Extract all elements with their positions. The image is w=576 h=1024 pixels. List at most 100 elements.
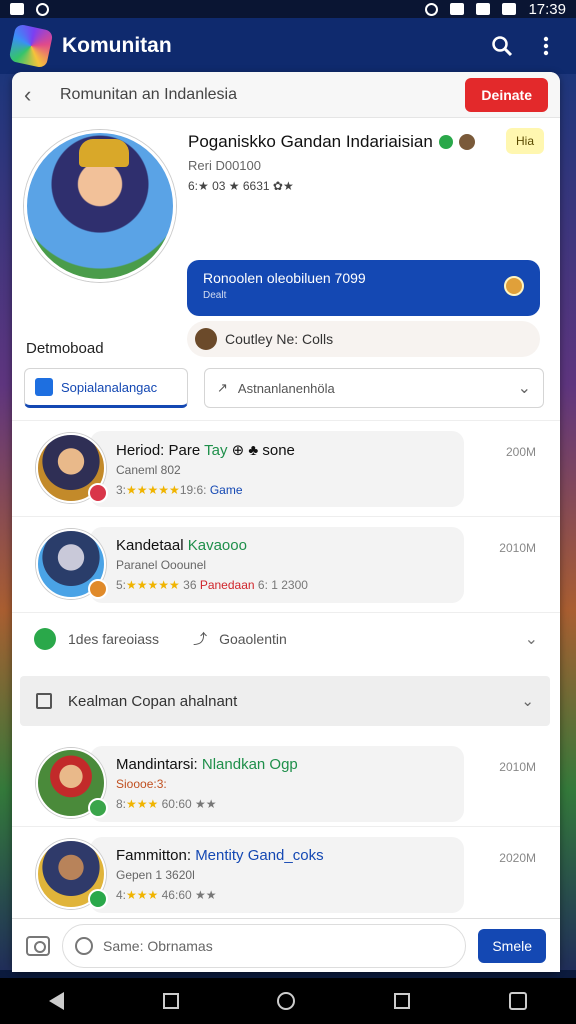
small-avatar-icon <box>458 134 475 150</box>
item-text: Fammitton: Mentity Gand_coks Gepen 1 362… <box>116 847 456 902</box>
courtesy-avatar <box>195 328 217 350</box>
item-title-main: Heriod: Pare <box>116 442 205 459</box>
coin-icon <box>504 276 524 296</box>
list-item[interactable]: Fammitton: Mentity Gand_coks Gepen 1 362… <box>12 826 560 922</box>
item-title: Heriod: Pare Tay ⊕ ♣ sone <box>116 441 456 459</box>
dropdown-value: Astnanlanenhöla <box>237 380 335 396</box>
item-title-main: Mandintarsi: <box>116 756 202 773</box>
item-subtitle: Gepen 1 3620l <box>116 868 195 882</box>
item-meta-mid: 60:60 ★★ <box>158 797 217 811</box>
status-bar: 17:39 <box>0 0 576 18</box>
profile-badge[interactable]: Hia <box>505 128 544 154</box>
more-vert-icon <box>543 36 549 56</box>
list-item[interactable]: Mandintarsi: Nlandkan Ogp Sioooe:3: 8:★★… <box>12 736 560 832</box>
avatar-hat-graphic <box>79 139 129 167</box>
item-avatar[interactable] <box>36 748 108 818</box>
item-subtitle: Caneml 802 <box>116 463 181 477</box>
group-header[interactable]: Kealman Copan ahalnant ⌄ <box>20 676 550 726</box>
nav-bag-icon[interactable] <box>508 992 527 1010</box>
item-time: 200M <box>505 445 536 459</box>
item-title-accent: Nlandkan Ogp <box>201 756 298 773</box>
item-avatar[interactable] <box>36 839 108 909</box>
item-time: 2010M <box>499 760 536 774</box>
message-input[interactable]: Same: Obrnamas <box>62 923 467 968</box>
nav-overview-icon[interactable] <box>162 993 179 1009</box>
app-bar: Komunitan <box>0 18 576 74</box>
list-footer-row[interactable]: 1des fareoiass ⤴ Goaolentin ⌄ <box>12 612 560 664</box>
item-title-accent: Kavaooo <box>187 537 247 554</box>
item-meta-mid: 46:60 ★★ <box>158 888 217 902</box>
system-nav-bar <box>0 978 576 1024</box>
courtesy-row[interactable]: Coutley Ne: Colls <box>187 321 540 357</box>
list-item[interactable]: Heriod: Pare Tay ⊕ ♣ sone Caneml 802 3:★… <box>12 420 560 516</box>
item-avatar[interactable] <box>36 529 108 599</box>
item-meta-prefix: 5: <box>116 578 127 592</box>
chevron-down-icon: ⌄ <box>517 380 531 397</box>
group-square-icon <box>36 693 52 709</box>
nav-back-icon[interactable] <box>49 992 65 1010</box>
item-title-main: Fammitton: <box>116 847 196 864</box>
banner-line1: Ronoolen oleobiluen 7099 <box>203 270 366 286</box>
item-time: 2010M <box>499 541 536 555</box>
item-subtitle: Sioooe:3: <box>116 777 167 791</box>
app-logo-icon <box>8 23 54 69</box>
emoji-icon[interactable] <box>75 936 93 955</box>
chevron-down-icon: ⌄ <box>524 630 538 648</box>
game-badge-icon <box>88 889 108 909</box>
card-header-title: Romunitan an Indanlesia <box>60 85 238 103</box>
footer-left-label: 1des fareoiass <box>68 630 160 647</box>
sync-notification-icon <box>36 2 49 16</box>
chevron-down-icon: ⌄ <box>521 693 534 710</box>
profile-avatar[interactable] <box>24 130 176 282</box>
item-title-main: Kandetaal <box>116 537 188 554</box>
send-button[interactable]: Smele <box>478 928 546 963</box>
search-button[interactable] <box>484 28 520 64</box>
tab-active-label: Sopialanalangac <box>61 379 158 395</box>
courtesy-text: Coutley Ne: Colls <box>225 331 334 347</box>
profile-highlight-banner[interactable]: Ronoolen oleobiluen 7099 Dealt <box>187 260 540 316</box>
item-meta-prefix: 4: <box>116 888 127 902</box>
online-status-icon <box>438 135 453 149</box>
item-meta-mid: 19:6: <box>179 483 210 497</box>
nav-home-icon[interactable] <box>277 992 296 1010</box>
battery-icon <box>502 3 517 15</box>
donate-button[interactable]: Deinate <box>465 77 548 112</box>
profile-section: Poganiskko Gandan Indariaisian Hia Reri … <box>12 118 560 357</box>
item-title: Fammitton: Mentity Gand_coks <box>116 847 456 864</box>
item-meta: 3:★★★★★19:6: Game <box>116 483 456 497</box>
tab-active[interactable]: Sopialanalangac <box>24 368 188 408</box>
item-stars: ★★★ <box>126 797 159 811</box>
green-check-icon <box>34 627 56 650</box>
shield-status-icon <box>425 2 439 16</box>
item-title-accent: Mentity Gand_coks <box>195 847 324 864</box>
nav-recents-icon[interactable] <box>394 993 411 1009</box>
profile-id: Reri D00100 <box>188 158 261 173</box>
heart-badge-icon <box>88 483 108 503</box>
section-title: Detmoboad <box>26 340 104 357</box>
status-time: 17:39 <box>528 0 566 18</box>
item-meta: 5:★★★★★ 36 Panedaan 6: 1 2300 <box>116 578 456 592</box>
profile-stats: 6:★ 03 ★ 6631 ✿★ <box>188 179 294 193</box>
filter-dropdown[interactable]: ↗ Astnanlanenhöla ⌄ <box>204 368 544 408</box>
item-avatar[interactable] <box>36 433 108 503</box>
link-icon: ⤴ <box>193 630 208 647</box>
list-item[interactable]: Kandetaal Kavaooo Paranel Ooounel 5:★★★★… <box>12 516 560 612</box>
game-badge-icon <box>88 798 108 818</box>
tab-square-icon <box>35 378 53 396</box>
item-time: 2020M <box>499 851 536 865</box>
message-placeholder: Same: Obrnamas <box>103 937 213 954</box>
item-stars: ★★★★★ <box>126 578 180 592</box>
back-arrow-icon[interactable]: ‹ <box>24 82 54 108</box>
item-text: Kandetaal Kavaooo Paranel Ooounel 5:★★★★… <box>116 537 456 592</box>
more-options-button[interactable] <box>528 28 564 64</box>
item-stars: ★★★★★ <box>126 483 180 497</box>
item-stars: ★★★ <box>126 888 159 902</box>
item-meta-mid: 36 <box>179 578 200 592</box>
camera-icon[interactable] <box>26 935 50 956</box>
item-meta: 4:★★★ 46:60 ★★ <box>116 888 456 902</box>
profile-name: Poganiskko Gandan Indariaisian <box>188 132 433 151</box>
item-subtitle: Paranel Ooounel <box>116 558 207 572</box>
item-tag: Game <box>209 483 243 497</box>
footer-right-label: Goaolentin <box>219 630 287 647</box>
flame-badge-icon <box>88 579 108 599</box>
